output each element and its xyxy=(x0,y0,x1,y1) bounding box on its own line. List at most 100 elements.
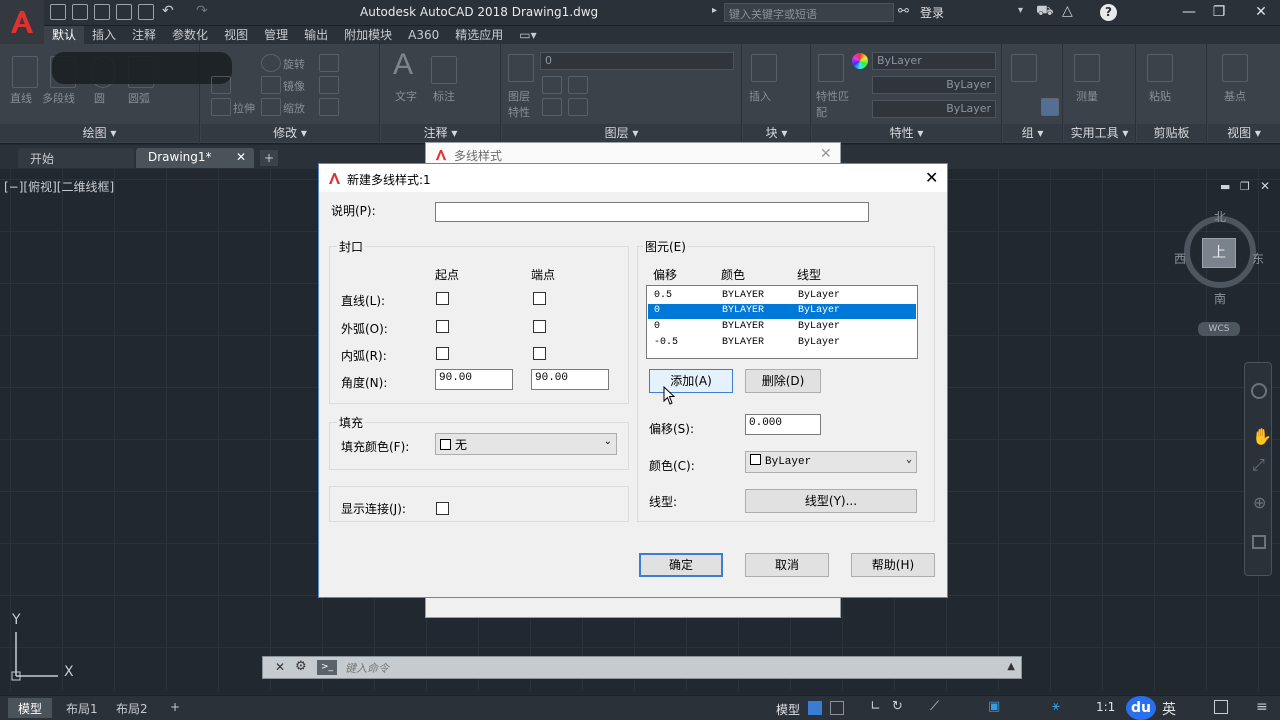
panel-title-annotation[interactable]: 注释 ▾ xyxy=(381,124,500,142)
panel-title-draw[interactable]: 绘图 ▾ xyxy=(0,124,199,142)
close-tab-icon[interactable]: ✕ xyxy=(236,150,246,164)
list-item[interactable]: -0.5 BYLAYER ByLayer xyxy=(648,336,916,351)
cmd-customize-icon[interactable]: ⚙ xyxy=(295,659,307,674)
ribbon-tab[interactable]: 附加模块 xyxy=(336,26,400,44)
command-input[interactable]: 键入命令 xyxy=(345,660,389,676)
login-dropdown-icon[interactable]: ▾ xyxy=(1018,5,1023,16)
dimension-tool-icon[interactable] xyxy=(431,56,457,84)
ribbon-tab[interactable]: 视图 xyxy=(216,26,256,44)
inner-arc-end-checkbox[interactable] xyxy=(533,347,546,360)
search-expand-icon[interactable]: ▸ xyxy=(712,5,717,16)
viewport-controls[interactable]: [−][俯视][二维线框] xyxy=(4,178,114,195)
search-input[interactable]: 键入关键字或短语 xyxy=(724,3,894,22)
ribbon-tab[interactable]: 输出 xyxy=(296,26,336,44)
ribbon-tab-menu-icon[interactable]: ▭▾ xyxy=(511,26,544,44)
group-select-icon[interactable] xyxy=(1041,98,1059,116)
zoom-extents-icon[interactable]: ⤢ xyxy=(1252,455,1265,475)
panel-title-utilities[interactable]: 实用工具 ▾ xyxy=(1064,124,1135,142)
paste-icon[interactable] xyxy=(1147,54,1173,82)
inner-arc-start-checkbox[interactable] xyxy=(436,347,449,360)
help-icon[interactable]: ? xyxy=(1100,4,1117,21)
scale-icon[interactable] xyxy=(261,98,281,116)
new-icon[interactable] xyxy=(50,4,66,20)
add-layout-button[interactable]: + xyxy=(160,698,190,718)
cmd-prompt-icon[interactable]: >_ xyxy=(317,660,337,675)
baidu-ime-icon[interactable]: du xyxy=(1126,696,1156,720)
compass-north[interactable]: 北 xyxy=(1214,208,1226,225)
color-wheel-icon[interactable] xyxy=(852,53,868,69)
customize-status-icon[interactable]: ≡ xyxy=(1256,699,1268,715)
cmd-close-icon[interactable]: ✕ xyxy=(275,660,285,674)
new-tab-button[interactable]: + xyxy=(260,150,278,166)
ime-keyboard-icon[interactable] xyxy=(1214,700,1228,714)
compass-south[interactable]: 南 xyxy=(1214,290,1226,307)
delete-element-button[interactable]: 删除(D) xyxy=(745,369,821,393)
wcs-menu[interactable]: WCS xyxy=(1198,322,1240,336)
compass-west[interactable]: 西 xyxy=(1174,250,1186,267)
saveas-icon[interactable] xyxy=(116,4,132,20)
isodraft-icon[interactable]: ⟋ xyxy=(930,699,939,714)
application-menu-button[interactable] xyxy=(0,0,44,44)
layer-tool-icon[interactable] xyxy=(568,76,588,94)
basepoint-icon[interactable] xyxy=(1222,54,1248,82)
rotate-icon[interactable] xyxy=(261,54,281,72)
layer-combo[interactable]: 0 xyxy=(540,52,734,70)
showmotion-icon[interactable] xyxy=(1252,535,1266,549)
panel-title-view[interactable]: 视图 ▾ xyxy=(1208,124,1280,142)
list-item-selected[interactable]: 0 BYLAYER ByLayer xyxy=(648,304,916,319)
elements-list[interactable]: 0.5 BYLAYER ByLayer 0 BYLAYER ByLayer 0 … xyxy=(646,285,918,359)
line-start-checkbox[interactable] xyxy=(436,292,449,305)
layer-properties-icon[interactable] xyxy=(508,54,534,82)
layer-tool-icon[interactable] xyxy=(568,98,588,116)
stretch-icon[interactable] xyxy=(211,98,231,116)
panel-title-clipboard[interactable]: 剪贴板 xyxy=(1137,124,1206,142)
list-item[interactable]: 0.5 BYLAYER ByLayer xyxy=(648,289,916,304)
layout-tab-layout2[interactable]: 布局2 xyxy=(106,698,158,718)
compass-east[interactable]: 东 xyxy=(1252,250,1264,267)
viewport-close-icon[interactable]: ✕ xyxy=(1260,179,1270,193)
ribbon-tab[interactable]: 参数化 xyxy=(164,26,216,44)
line-end-checkbox[interactable] xyxy=(533,292,546,305)
cmd-history-icon[interactable]: ▲ xyxy=(1007,661,1015,672)
minimize-icon[interactable]: — xyxy=(1178,2,1200,22)
ribbon-tab[interactable]: 注释 xyxy=(124,26,164,44)
panel-title-group[interactable]: 组 ▾ xyxy=(1003,124,1062,142)
text-tool-icon[interactable]: A xyxy=(393,48,413,82)
measure-icon[interactable] xyxy=(1074,54,1100,82)
panel-title-modify[interactable]: 修改 ▾ xyxy=(201,124,379,142)
steering-wheel-icon[interactable] xyxy=(1251,383,1267,399)
panel-title-properties[interactable]: 特性 ▾ xyxy=(812,124,1001,142)
cancel-button[interactable]: 取消 xyxy=(745,553,829,577)
insert-block-icon[interactable] xyxy=(751,54,777,82)
list-item[interactable]: 0 BYLAYER ByLayer xyxy=(648,320,916,335)
restore-icon[interactable]: ❐ xyxy=(1208,2,1230,22)
ime-language-toggle[interactable]: 英 xyxy=(1162,699,1176,719)
print-icon[interactable] xyxy=(138,4,154,20)
ribbon-tab[interactable]: 精选应用 xyxy=(447,26,511,44)
viewport-restore-icon[interactable]: ❐ xyxy=(1240,180,1250,193)
cart-icon[interactable]: ⛟ xyxy=(1036,3,1054,21)
pan-icon[interactable]: ✋ xyxy=(1252,427,1272,446)
layer-tool-icon[interactable] xyxy=(542,76,562,94)
viewcube-top-face[interactable]: 上 xyxy=(1202,238,1236,268)
display-joints-checkbox[interactable] xyxy=(436,502,449,515)
line-tool-icon[interactable] xyxy=(12,56,38,88)
fillet-icon[interactable] xyxy=(319,76,339,94)
orbit-icon[interactable]: ⊕ xyxy=(1253,493,1266,512)
match-properties-icon[interactable] xyxy=(818,54,844,82)
ribbon-tab[interactable]: A360 xyxy=(400,26,447,44)
fill-color-select[interactable]: 无 ⌄ xyxy=(435,433,617,455)
panel-title-block[interactable]: 块 ▾ xyxy=(743,124,810,142)
array-icon[interactable] xyxy=(319,98,339,116)
model-space-toggle[interactable]: 模型 xyxy=(776,701,800,718)
panel-title-layers[interactable]: 图层 ▾ xyxy=(502,124,741,142)
layer-tool-icon[interactable] xyxy=(542,98,562,116)
color-select[interactable]: ByLayer ⌄ xyxy=(745,451,917,473)
tab-start[interactable]: 开始 xyxy=(18,148,134,168)
help-button[interactable]: 帮助(H) xyxy=(851,553,935,577)
linetype-button[interactable]: 线型(Y)... xyxy=(745,489,917,513)
ribbon-tab[interactable]: 默认 xyxy=(44,26,85,44)
viewcube[interactable]: 上 北 南 西 东 xyxy=(1174,208,1264,306)
angle-start-input[interactable]: 90.00 xyxy=(435,369,513,390)
ribbon-tab[interactable]: 插入 xyxy=(84,26,124,44)
